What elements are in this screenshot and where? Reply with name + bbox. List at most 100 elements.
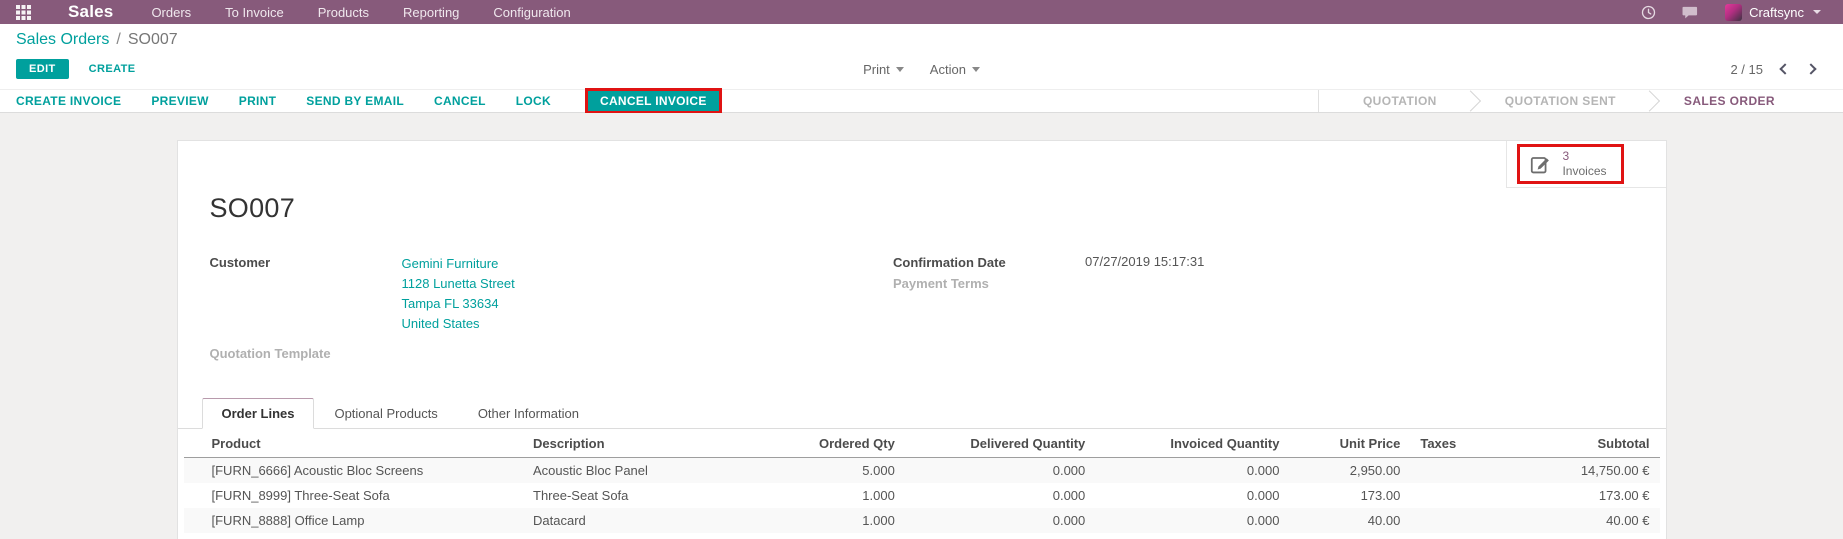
tab-optional-products[interactable]: Optional Products <box>314 398 457 429</box>
center-dropdowns: Print Action <box>16 62 1827 77</box>
content-area: 3 Invoices SO007 Customer Gemini Furnitu… <box>0 113 1843 539</box>
payment-terms-field: Payment Terms <box>893 275 1577 291</box>
messages-chat-icon[interactable] <box>1682 5 1699 20</box>
screen: Sales Orders To Invoice Products Reporti… <box>0 0 1843 539</box>
tab-other-information[interactable]: Other Information <box>458 398 599 429</box>
user-name: Craftsync <box>1749 5 1804 20</box>
cell-product: [FURN_7777] Office Chair <box>184 533 524 539</box>
order-title: SO007 <box>210 193 1666 224</box>
chevron-down-icon <box>1813 10 1821 14</box>
customer-city[interactable]: Tampa FL 33634 <box>402 294 515 314</box>
menu-orders[interactable]: Orders <box>151 5 191 20</box>
cancel-button[interactable]: CANCEL <box>434 94 486 108</box>
table-row[interactable]: [FURN_7777] Office Chair USB Adapter 1.0… <box>184 533 1660 539</box>
col-invoiced-quantity: Invoiced Quantity <box>1095 429 1289 458</box>
action-dropdown[interactable]: Action <box>930 62 980 77</box>
main-menu: Orders To Invoice Products Reporting Con… <box>151 5 570 20</box>
field-column-left: Customer Gemini Furniture 1128 Lunetta S… <box>210 254 894 366</box>
breadcrumb-separator: / <box>116 31 120 49</box>
step-quotation[interactable]: QUOTATION <box>1329 90 1471 112</box>
cell-subtotal: 18.00 € <box>1497 533 1659 539</box>
cell-unit-price: 40.00 <box>1289 508 1410 533</box>
menu-configuration[interactable]: Configuration <box>493 5 570 20</box>
confirmation-date-value: 07/27/2019 15:17:31 <box>1085 254 1204 270</box>
cell-description: Three-Seat Sofa <box>523 483 768 508</box>
action-label: Action <box>930 62 966 77</box>
pager-previous-icon[interactable] <box>1779 63 1790 74</box>
payment-terms-label: Payment Terms <box>893 275 1085 291</box>
col-taxes: Taxes <box>1410 429 1497 458</box>
cell-invoiced-qty: 0.000 <box>1095 508 1289 533</box>
col-unit-price: Unit Price <box>1289 429 1410 458</box>
customer-street[interactable]: 1128 Lunetta Street <box>402 274 515 294</box>
pager-next-icon[interactable] <box>1805 63 1816 74</box>
send-by-email-button[interactable]: SEND BY EMAIL <box>306 94 404 108</box>
customer-field: Customer Gemini Furniture 1128 Lunetta S… <box>210 254 894 335</box>
app-title[interactable]: Sales <box>68 2 113 22</box>
cell-product: [FURN_8888] Office Lamp <box>184 508 524 533</box>
cell-delivered-qty: 0.000 <box>905 457 1095 483</box>
cell-unit-price: 173.00 <box>1289 483 1410 508</box>
col-delivered-quantity: Delivered Quantity <box>905 429 1095 458</box>
grid-icon <box>16 5 31 20</box>
field-group: Customer Gemini Furniture 1128 Lunetta S… <box>210 254 1634 366</box>
cell-delivered-qty: 0.000 <box>905 533 1095 539</box>
cell-subtotal: 14,750.00 € <box>1497 457 1659 483</box>
edit-button[interactable]: EDIT <box>16 59 69 79</box>
print-button[interactable]: PRINT <box>239 94 277 108</box>
cell-invoiced-qty: 0.000 <box>1095 533 1289 539</box>
breadcrumb-current: SO007 <box>128 31 178 49</box>
tab-order-lines[interactable]: Order Lines <box>202 398 315 429</box>
quotation-template-field: Quotation Template <box>210 345 894 361</box>
control-panel-actions: EDIT CREATE Print Action 2 / 15 <box>16 57 1827 81</box>
user-menu[interactable]: Craftsync <box>1725 4 1821 21</box>
print-dropdown[interactable]: Print <box>863 62 904 77</box>
cancel-invoice-button[interactable]: CANCEL INVOICE <box>588 91 719 111</box>
cell-delivered-qty: 0.000 <box>905 483 1095 508</box>
top-navbar: Sales Orders To Invoice Products Reporti… <box>0 0 1843 24</box>
cell-description: USB Adapter <box>523 533 768 539</box>
caret-down-icon <box>972 67 980 72</box>
menu-to-invoice[interactable]: To Invoice <box>225 5 284 20</box>
preview-button[interactable]: PREVIEW <box>151 94 208 108</box>
statusbar: CREATE INVOICE PREVIEW PRINT SEND BY EMA… <box>0 89 1843 113</box>
cell-invoiced-qty: 0.000 <box>1095 483 1289 508</box>
cell-product: [FURN_8999] Three-Seat Sofa <box>184 483 524 508</box>
menu-products[interactable]: Products <box>318 5 369 20</box>
apps-grid-icon[interactable] <box>0 0 46 24</box>
notebook-tabs: Order Lines Optional Products Other Info… <box>178 398 1666 429</box>
breadcrumb-sales-orders[interactable]: Sales Orders <box>16 31 109 49</box>
breadcrumb: Sales Orders / SO007 <box>16 31 1827 49</box>
cell-taxes <box>1410 533 1497 539</box>
caret-down-icon <box>896 67 904 72</box>
table-row[interactable]: [FURN_6666] Acoustic Bloc Screens Acoust… <box>184 457 1660 483</box>
menu-reporting[interactable]: Reporting <box>403 5 459 20</box>
record-pager: 2 / 15 <box>1730 62 1827 77</box>
lock-button[interactable]: LOCK <box>516 94 551 108</box>
table-row[interactable]: [FURN_8999] Three-Seat Sofa Three-Seat S… <box>184 483 1660 508</box>
cell-description: Acoustic Bloc Panel <box>523 457 768 483</box>
create-invoice-button[interactable]: CREATE INVOICE <box>16 94 121 108</box>
cell-subtotal: 173.00 € <box>1497 483 1659 508</box>
field-column-right: Confirmation Date 07/27/2019 15:17:31 Pa… <box>893 254 1577 366</box>
create-button[interactable]: CREATE <box>89 63 136 75</box>
activities-clock-icon[interactable] <box>1641 5 1656 20</box>
table-row[interactable]: [FURN_8888] Office Lamp Datacard 1.000 0… <box>184 508 1660 533</box>
col-subtotal: Subtotal <box>1497 429 1659 458</box>
cell-taxes <box>1410 457 1497 483</box>
cell-product: [FURN_6666] Acoustic Bloc Screens <box>184 457 524 483</box>
topbar-right: Craftsync <box>1641 4 1843 21</box>
pencil-square-icon <box>1530 154 1552 174</box>
customer-label: Customer <box>210 254 402 335</box>
customer-country[interactable]: United States <box>402 314 515 334</box>
smart-button-box: 3 Invoices <box>1506 141 1665 188</box>
print-label: Print <box>863 62 890 77</box>
invoices-smart-button[interactable]: 3 Invoices <box>1517 144 1623 184</box>
customer-name-link[interactable]: Gemini Furniture <box>402 254 515 274</box>
form-sheet: 3 Invoices SO007 Customer Gemini Furnitu… <box>177 140 1667 539</box>
invoices-label: Invoices <box>1562 164 1606 179</box>
quotation-template-label: Quotation Template <box>210 345 402 361</box>
cell-delivered-qty: 0.000 <box>905 508 1095 533</box>
step-quotation-sent[interactable]: QUOTATION SENT <box>1471 90 1650 112</box>
step-sales-order[interactable]: SALES ORDER <box>1650 90 1809 112</box>
